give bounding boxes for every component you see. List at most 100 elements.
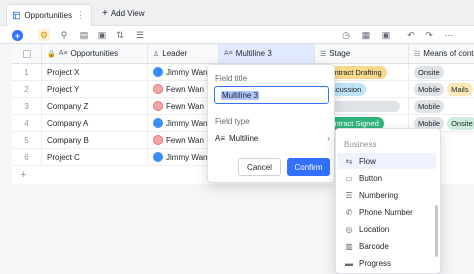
avatar	[153, 118, 163, 128]
leader-name: Jimmy Wang	[166, 67, 212, 77]
column-header-opportunities[interactable]: 🔒 A≡ Opportunities	[42, 44, 148, 64]
avatar	[153, 135, 163, 145]
menu-item-barcode[interactable]: ▥ Barcode	[338, 238, 436, 254]
chevron-right-icon: ›	[327, 133, 330, 143]
cell-opportunity[interactable]: Company Z	[42, 98, 148, 115]
multiline-icon: A≡	[215, 133, 226, 143]
column-header-means[interactable]: ☷ Means of contact	[409, 44, 474, 64]
leader-name: Fewn Wan	[166, 84, 204, 94]
menu-item-label: Location	[359, 224, 390, 234]
multiline-icon: A≡	[224, 50, 233, 57]
column-title: Means of contact	[423, 49, 474, 58]
field-type-select[interactable]: A≡ Multiline ›	[215, 132, 330, 144]
leader-name: Fewn Wan	[166, 135, 204, 145]
cell-means[interactable]: Mobile Mails	[409, 81, 474, 98]
filter-icon[interactable]: ⚲	[58, 29, 70, 41]
menu-item-label: Numbering	[359, 190, 399, 200]
avatar	[153, 101, 163, 111]
row-height-icon[interactable]: ☰	[134, 29, 146, 41]
menu-item-label: Barcode	[359, 241, 389, 251]
column-title: Opportunities	[70, 49, 119, 58]
menu-item-progress[interactable]: ▬ Progress	[338, 255, 436, 271]
means-tag: Mobile	[414, 99, 445, 113]
location-icon: ◎	[345, 224, 353, 234]
avatar	[153, 84, 163, 94]
row-number: 4	[12, 115, 42, 132]
barcode-icon: ▥	[345, 241, 353, 251]
field-edit-popup: Field title Multiline 3 Field type A≡ Mu…	[207, 64, 335, 183]
menu-scrollbar[interactable]	[435, 205, 438, 257]
field-title-value: Multiline 3	[221, 90, 260, 100]
text-field-icon: A≡	[58, 50, 68, 57]
leader-name: Jimmy Wang	[166, 152, 212, 162]
field-title-input[interactable]: Multiline 3	[214, 86, 329, 104]
cell-opportunity[interactable]: Company A	[42, 115, 148, 132]
avatar	[153, 152, 163, 162]
form-icon[interactable]: ▦	[360, 29, 372, 41]
menu-item-flow[interactable]: ⇆ Flow	[338, 153, 436, 169]
leader-name: Jimmy Wang	[166, 118, 212, 128]
progress-icon: ▬	[345, 258, 353, 268]
lock-icon: 🔒	[47, 50, 56, 58]
phone-icon: ✆	[345, 207, 353, 217]
leader-name: Fewn Wan	[166, 101, 204, 111]
add-view-label: Add View	[110, 9, 145, 18]
tab-more-icon[interactable]: ⋮	[76, 10, 85, 21]
cancel-button[interactable]: Cancel	[238, 158, 281, 176]
cell-opportunity[interactable]: Project C	[42, 149, 148, 166]
undo-icon[interactable]: ↶	[405, 29, 417, 41]
button-icon: ▭	[345, 173, 353, 183]
menu-item-button[interactable]: ▭ Button	[338, 170, 436, 186]
numbering-icon: ☰	[345, 190, 353, 200]
row-number: 1	[12, 64, 42, 81]
means-tag: Onsite	[414, 65, 444, 79]
group-icon[interactable]: ▤	[78, 29, 90, 41]
select-all-header[interactable]	[12, 44, 42, 64]
field-type-value: Multiline	[229, 133, 259, 143]
view-tab-bar: Opportunities ⋮ + Add View	[0, 0, 474, 26]
column-header-stage[interactable]: ☰ Stage	[315, 44, 409, 64]
toolbar: + ⚙ ⚲ ▤ ▣ ⇅ ☰ ◷ ▦ ▣ ↶ ↷ ⋯	[0, 26, 474, 44]
field-settings-icon[interactable]: ⚙	[38, 29, 50, 41]
row-number: 2	[12, 81, 42, 98]
menu-item-label: Progress	[359, 258, 392, 268]
menu-item-location[interactable]: ◎ Location	[338, 221, 436, 237]
cell-means[interactable]: Mobile	[409, 98, 474, 115]
more-icon[interactable]: ⋯	[443, 29, 455, 41]
menu-item-label: Flow	[359, 156, 376, 166]
single-select-icon: ☰	[320, 50, 327, 58]
column-title: Multiline 3	[235, 49, 272, 58]
multi-select-icon: ☷	[414, 50, 421, 58]
cell-opportunity[interactable]: Company B	[42, 132, 148, 149]
history-icon[interactable]: ◷	[340, 29, 352, 41]
redo-icon[interactable]: ↷	[423, 29, 435, 41]
column-header-leader[interactable]: ♙ Leader	[148, 44, 219, 64]
means-tag: Mails	[447, 82, 473, 96]
card-icon[interactable]: ▣	[96, 29, 108, 41]
automation-icon[interactable]: ▣	[380, 29, 392, 41]
cell-means[interactable]: Onsite	[409, 64, 474, 81]
add-view-button[interactable]: + Add View	[102, 8, 145, 19]
menu-item-label: Phone Number	[359, 207, 413, 217]
cell-opportunity[interactable]: Project X	[42, 64, 148, 81]
cell-opportunity[interactable]: Project Y	[42, 81, 148, 98]
person-icon: ♙	[153, 50, 160, 58]
field-title-label: Field title	[215, 74, 248, 83]
avatar	[153, 67, 163, 77]
sort-icon[interactable]: ⇅	[114, 29, 126, 41]
row-number: 3	[12, 98, 42, 115]
menu-group-label: Business	[344, 140, 377, 149]
menu-item-label: Button	[359, 173, 383, 183]
menu-item-numbering[interactable]: ☰ Numbering	[338, 187, 436, 203]
add-record-icon[interactable]: +	[12, 30, 23, 41]
table-icon	[13, 11, 21, 20]
row-number: 6	[12, 149, 42, 166]
menu-item-phone-number[interactable]: ✆ Phone Number	[338, 204, 436, 220]
means-tag: Onsite	[447, 116, 474, 130]
flow-icon: ⇆	[345, 156, 353, 166]
column-header-multiline[interactable]: A≡ Multiline 3	[219, 44, 315, 64]
confirm-button[interactable]: Confirm	[287, 158, 330, 176]
plus-icon: +	[102, 8, 108, 19]
tab-opportunities[interactable]: Opportunities ⋮	[6, 4, 92, 26]
select-all-checkbox[interactable]	[22, 49, 31, 58]
